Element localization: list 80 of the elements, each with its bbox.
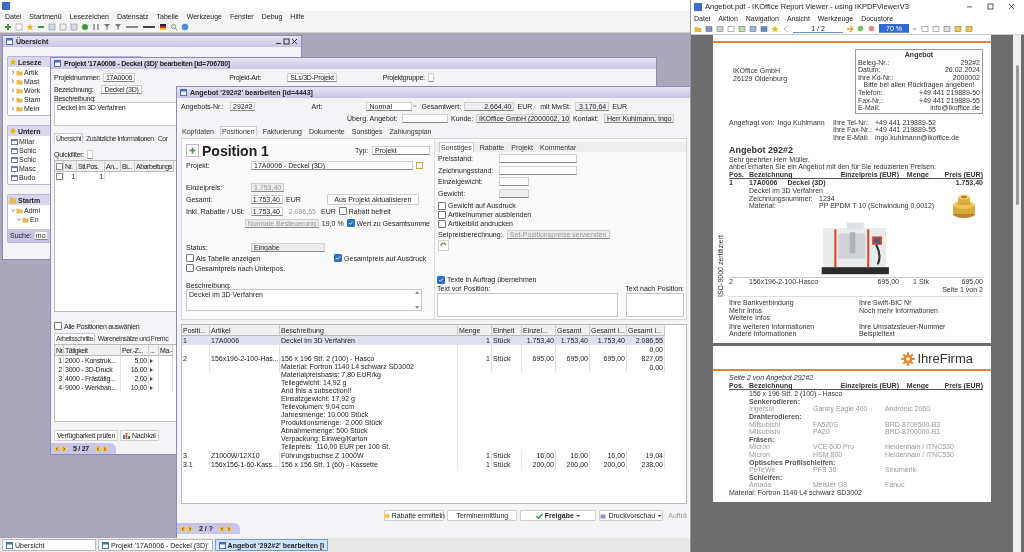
arrow-right-icon[interactable] bbox=[61, 445, 67, 452]
star-icon bbox=[9, 127, 17, 135]
arrow-right-icon[interactable] bbox=[187, 525, 193, 532]
input-field[interactable] bbox=[499, 177, 529, 187]
checkbox[interactable] bbox=[56, 173, 63, 180]
bar-chart-icon bbox=[123, 432, 131, 439]
page-icon[interactable] bbox=[59, 22, 67, 31]
star-icon[interactable] bbox=[26, 22, 34, 31]
close-icon[interactable] bbox=[291, 38, 298, 45]
grid-icon[interactable] bbox=[70, 22, 78, 31]
table-icon bbox=[11, 165, 18, 172]
maximize-icon[interactable] bbox=[987, 3, 994, 10]
input-field[interactable] bbox=[402, 113, 448, 123]
table-icon bbox=[11, 156, 18, 163]
logo-text: IhreFirma bbox=[917, 352, 973, 367]
close-icon[interactable] bbox=[1008, 3, 1015, 10]
scroll-down-icon[interactable] bbox=[415, 306, 419, 309]
folder-icon[interactable] bbox=[694, 24, 702, 33]
refresh-button[interactable] bbox=[438, 240, 449, 251]
checkmark-icon bbox=[335, 255, 342, 261]
flag-icon[interactable] bbox=[159, 22, 167, 31]
arrow-right-icon[interactable] bbox=[226, 525, 232, 532]
arrow-left-icon[interactable] bbox=[180, 525, 186, 532]
arrow-left-icon[interactable] bbox=[95, 445, 101, 452]
zoom-in-icon[interactable] bbox=[857, 24, 865, 33]
input-field[interactable] bbox=[499, 154, 577, 164]
app-icon bbox=[2, 1, 10, 10]
mail-icon[interactable] bbox=[749, 24, 757, 33]
gear-icon bbox=[901, 352, 916, 367]
text-area[interactable] bbox=[626, 293, 684, 317]
key-icon[interactable] bbox=[954, 24, 962, 33]
input-field[interactable] bbox=[87, 149, 94, 159]
printer-icon[interactable] bbox=[716, 24, 724, 33]
key-icon[interactable] bbox=[965, 24, 973, 33]
text-area[interactable] bbox=[437, 293, 618, 317]
window-icon bbox=[6, 38, 13, 45]
printer-icon[interactable] bbox=[48, 22, 56, 31]
globe-icon[interactable] bbox=[181, 22, 189, 31]
maximize-icon[interactable] bbox=[283, 38, 290, 45]
pages-icon[interactable] bbox=[738, 24, 746, 33]
input-field[interactable] bbox=[427, 72, 434, 82]
document-heading: Angebot 292#2 bbox=[729, 144, 795, 156]
checkmark-icon bbox=[347, 220, 354, 226]
table-icon bbox=[11, 138, 18, 145]
input-field bbox=[499, 188, 529, 198]
window-icon bbox=[6, 541, 13, 549]
circle-icon[interactable] bbox=[81, 22, 89, 31]
settings-icon[interactable] bbox=[943, 24, 951, 33]
window-icon bbox=[102, 541, 109, 549]
position-heading: Position 1 bbox=[202, 142, 269, 159]
checkmark-icon bbox=[438, 276, 444, 283]
star-icon[interactable] bbox=[771, 24, 779, 33]
check-icon bbox=[535, 512, 543, 519]
arrow-left-icon[interactable] bbox=[219, 525, 225, 532]
printer-icon bbox=[600, 512, 607, 519]
zoom-out-icon[interactable] bbox=[868, 24, 876, 33]
page-icon[interactable] bbox=[15, 22, 23, 31]
table-icon bbox=[11, 147, 18, 154]
star-icon bbox=[9, 58, 17, 66]
arrow-right-icon[interactable] bbox=[846, 24, 854, 33]
plus-icon bbox=[189, 147, 196, 154]
input-field[interactable] bbox=[499, 165, 577, 175]
window-icon bbox=[180, 89, 187, 96]
add-button[interactable] bbox=[186, 144, 199, 157]
page-icon[interactable] bbox=[727, 24, 735, 33]
scrollbar[interactable] bbox=[1013, 35, 1021, 552]
dropdown-icon[interactable] bbox=[575, 512, 581, 519]
arrow-left-icon[interactable] bbox=[54, 445, 60, 452]
export-icon[interactable] bbox=[760, 24, 768, 33]
table-icon bbox=[11, 174, 18, 181]
arrow-left-icon[interactable] bbox=[782, 24, 790, 33]
checkbox-icon[interactable] bbox=[56, 162, 63, 170]
link-icon[interactable] bbox=[416, 161, 423, 169]
window-icon bbox=[54, 60, 61, 67]
arrow-right-icon[interactable] bbox=[102, 445, 108, 452]
scroll-up-icon[interactable] bbox=[415, 291, 419, 294]
app-icon bbox=[694, 2, 702, 11]
dropdown-icon[interactable] bbox=[657, 512, 663, 519]
plus-icon[interactable] bbox=[4, 22, 12, 31]
window-icon bbox=[218, 541, 226, 549]
